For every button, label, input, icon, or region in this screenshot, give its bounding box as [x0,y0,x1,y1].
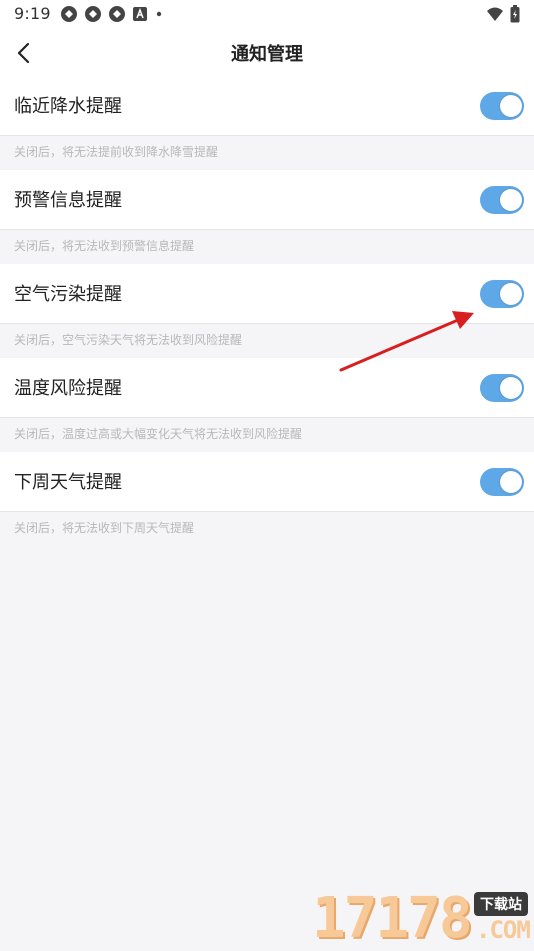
wifi-icon [487,7,503,21]
next-week-toggle[interactable] [480,468,524,496]
app-icon [85,6,101,22]
dot-icon [156,11,162,17]
setting-row-warning: 预警信息提醒 [0,170,534,230]
title-bar: 通知管理 [0,28,534,78]
setting-row-air-pollution: 空气污染提醒 [0,264,534,324]
watermark-digits: 17178 [312,886,473,951]
battery-icon [510,5,520,23]
app-icon [109,6,125,22]
status-icons-left [60,5,164,23]
precipitation-toggle[interactable] [480,92,524,120]
watermark-logo: 17178 下载站 .COM [312,888,534,950]
setting-label: 空气污染提醒 [14,284,122,305]
setting-label: 临近降水提醒 [14,96,122,117]
toggle-knob [500,189,522,211]
status-time: 9:19 [14,4,51,23]
toggle-knob [500,471,522,493]
temperature-toggle[interactable] [480,374,524,402]
status-icons-right [486,5,520,23]
a-icon [133,7,147,21]
setting-description: 关闭后，将无法收到下周天气提醒 [14,521,195,535]
toggle-knob [500,95,522,117]
setting-description: 关闭后，空气污染天气将无法收到风险提醒 [14,333,243,347]
setting-row-precipitation: 临近降水提醒 [0,76,534,136]
setting-row-temperature: 温度风险提醒 [0,358,534,418]
warning-toggle[interactable] [480,186,524,214]
air-pollution-toggle[interactable] [480,280,524,308]
setting-description: 关闭后，将无法收到预警信息提醒 [14,239,195,253]
setting-description: 关闭后，温度过高或大幅变化天气将无法收到风险提醒 [14,427,303,441]
toggle-knob [500,283,522,305]
toggle-knob [500,377,522,399]
setting-row-next-week: 下周天气提醒 [0,452,534,512]
watermark-badge: 下载站 [474,892,528,916]
setting-label: 温度风险提醒 [14,378,122,399]
watermark-suffix: .COM [476,916,531,944]
status-bar: 9:19 [0,0,534,28]
setting-label: 预警信息提醒 [14,190,122,211]
app-icon [61,6,77,22]
setting-label: 下周天气提醒 [14,472,122,493]
setting-description: 关闭后，将无法提前收到降水降雪提醒 [14,145,219,159]
page-title: 通知管理 [231,44,303,65]
